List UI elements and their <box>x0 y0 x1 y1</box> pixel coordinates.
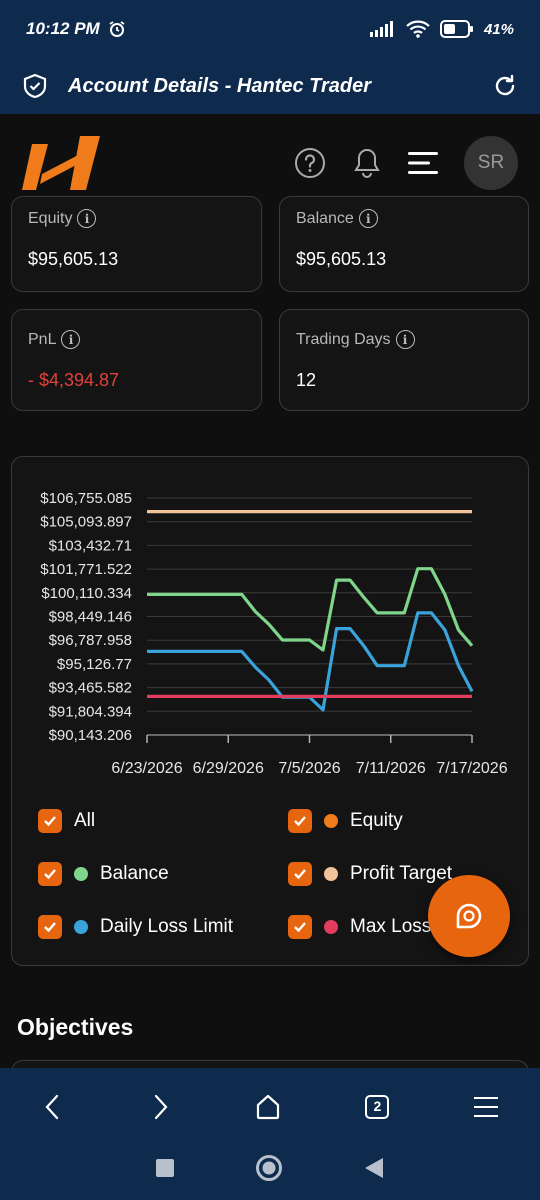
y-tick-label: $95,126.77 <box>57 656 132 673</box>
chat-bubble-icon <box>456 903 482 929</box>
checkbox-icon[interactable] <box>288 809 312 833</box>
y-tick-label: $101,771.522 <box>40 561 132 578</box>
legend-balance-label: Balance <box>100 863 169 884</box>
y-tick-label: $91,804.394 <box>49 703 132 720</box>
x-tick-label: 6/23/2026 <box>111 760 182 777</box>
page-title: Account Details - Hantec Trader <box>68 74 372 97</box>
equity-label: Equity <box>28 209 73 227</box>
legend-max-loss[interactable]: Max Loss <box>288 915 431 939</box>
y-tick-label: $105,093.897 <box>40 514 132 531</box>
legend-max-loss-label: Max Loss <box>350 916 432 937</box>
pnl-card: PnL i - $4,394.87 <box>11 309 262 411</box>
legend-profit-target[interactable]: Profit Target <box>288 862 452 886</box>
legend-all-label: All <box>74 810 96 831</box>
battery-icon <box>439 20 473 38</box>
hamburger-menu-icon[interactable] <box>473 1095 499 1119</box>
series-line-balance <box>147 567 474 652</box>
shield-icon[interactable] <box>22 73 48 99</box>
checkbox-icon[interactable] <box>38 809 62 833</box>
line-chart: $106,755.085 $105,093.897 $103,432.71 $101,… <box>40 490 507 777</box>
info-icon[interactable]: i <box>395 330 415 349</box>
legend-dot <box>74 867 88 881</box>
balance-label-row: Balance i <box>296 209 378 228</box>
alarm-icon <box>109 21 125 37</box>
legend-equity[interactable]: Equity <box>288 809 403 833</box>
checkbox-icon[interactable] <box>38 915 62 939</box>
browser-nav-bar: 2 <box>0 1068 540 1200</box>
x-tick-label: 7/17/2026 <box>436 760 507 777</box>
chat-support-button[interactable] <box>428 875 510 957</box>
x-tick-label: 6/29/2026 <box>193 760 264 777</box>
x-tick-label: 7/5/2026 <box>278 760 340 777</box>
battery-percent: 41% <box>483 20 514 38</box>
info-icon[interactable]: i <box>77 209 97 228</box>
y-tick-label: $103,432.71 <box>49 537 132 554</box>
legend-dot <box>324 814 338 828</box>
info-icon[interactable]: i <box>61 330 81 349</box>
trading-days-label-row: Trading Days i <box>296 330 415 349</box>
status-time: 10:12 PM <box>26 19 100 38</box>
system-home-icon[interactable] <box>255 1154 283 1182</box>
refresh-icon[interactable] <box>492 73 518 99</box>
hantec-logo-icon[interactable] <box>22 134 102 192</box>
x-tick-label: 7/11/2026 <box>356 760 426 777</box>
objectives-heading: Objectives <box>17 1014 134 1040</box>
y-tick-label: $100,110.334 <box>41 585 132 602</box>
y-tick-label: $90,143.206 <box>49 727 132 744</box>
legend-all[interactable]: All <box>38 809 95 833</box>
system-back-icon[interactable] <box>363 1156 385 1180</box>
tab-count: 2 <box>373 1098 382 1114</box>
y-tick-label: $93,465.582 <box>49 680 132 697</box>
pnl-label: PnL <box>28 330 57 348</box>
forward-icon[interactable] <box>148 1093 172 1121</box>
trading-days-card: Trading Days i 12 <box>279 309 529 411</box>
balance-label: Balance <box>296 209 354 227</box>
recents-icon[interactable] <box>155 1158 175 1178</box>
balance-value: $95,605.13 <box>296 249 387 269</box>
signal-icon <box>369 21 393 37</box>
equity-card: Equity i $95,605.13 <box>11 196 262 292</box>
wifi-icon <box>406 20 430 38</box>
bell-icon[interactable] <box>352 147 382 179</box>
legend-daily-loss[interactable]: Daily Loss Limit <box>38 915 233 939</box>
pnl-value: - $4,394.87 <box>28 370 120 390</box>
menu-icon[interactable] <box>408 152 438 174</box>
tabs-button[interactable]: 2 <box>364 1094 390 1120</box>
trading-days-label: Trading Days <box>296 330 391 348</box>
home-icon[interactable] <box>254 1093 282 1121</box>
legend-dot <box>324 920 338 934</box>
checkbox-icon[interactable] <box>288 862 312 886</box>
status-bar: 10:12 PM 41% <box>0 0 540 58</box>
legend-equity-label: Equity <box>350 810 403 831</box>
help-icon[interactable] <box>294 147 326 179</box>
legend-profit-target-label: Profit Target <box>350 863 453 884</box>
y-tick-label: $96,787.958 <box>49 632 132 649</box>
pnl-label-row: PnL i <box>28 330 81 349</box>
legend-dot <box>324 867 338 881</box>
legend-daily-loss-label: Daily Loss Limit <box>100 916 234 937</box>
trading-days-value: 12 <box>296 370 317 390</box>
balance-card: Balance i $95,605.13 <box>279 196 529 292</box>
equity-value: $95,605.13 <box>28 249 119 269</box>
back-icon[interactable] <box>41 1093 65 1121</box>
legend-balance[interactable]: Balance <box>38 862 169 886</box>
checkbox-icon[interactable] <box>38 862 62 886</box>
checkbox-icon[interactable] <box>288 915 312 939</box>
y-tick-label: $98,449.146 <box>49 609 132 626</box>
equity-label-row: Equity i <box>28 209 97 228</box>
y-tick-label: $106,755.085 <box>40 490 132 507</box>
info-icon[interactable]: i <box>358 209 378 228</box>
avatar[interactable]: SR <box>464 136 518 190</box>
legend-dot <box>74 920 88 934</box>
browser-bar: Account Details - Hantec Trader <box>0 58 540 114</box>
